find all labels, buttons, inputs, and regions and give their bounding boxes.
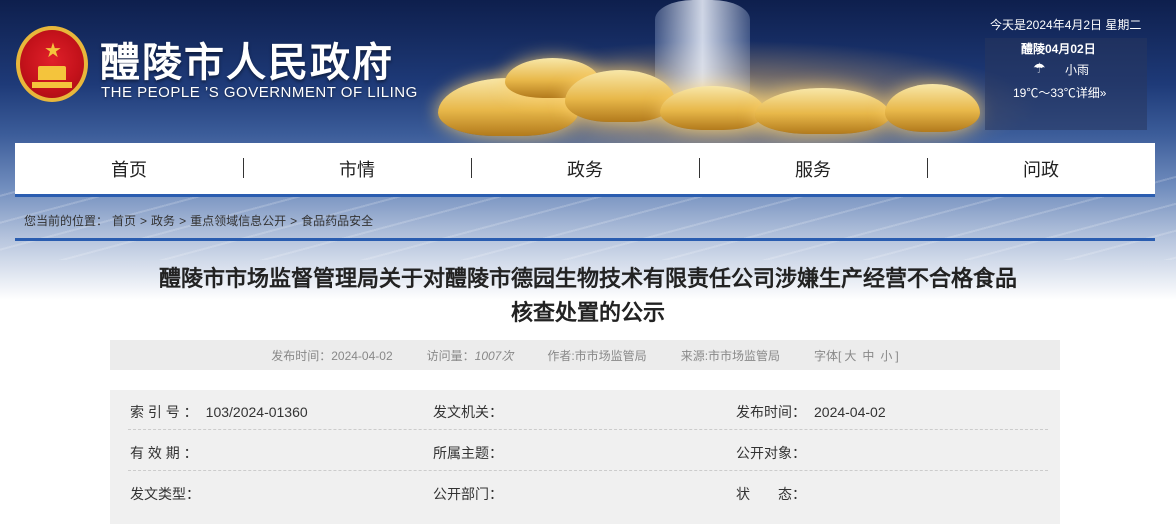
weather-date: 醴陵04月02日 xyxy=(1021,42,1096,56)
info-publish-time: 发布时间： 2024-04-02 xyxy=(736,404,886,420)
info-topic: 所属主题： xyxy=(433,445,503,461)
info-row: 发文类型： 公开部门： 状 态： xyxy=(128,472,1048,512)
today-date: 今天是2024年4月2日 星期二 xyxy=(990,18,1142,32)
info-issuing-authority: 发文机关： xyxy=(433,404,503,420)
breadcrumb-separator-icon: > xyxy=(290,214,298,228)
breadcrumb-link-key-info[interactable]: 重点领域信息公开 xyxy=(190,214,286,228)
meta-source: 来源:市市场监管局 xyxy=(680,348,781,363)
breadcrumb-link-home[interactable]: 首页 xyxy=(112,214,136,228)
info-validity-period: 有 效 期 ： xyxy=(130,445,198,461)
meta-author: 作者:市市场监管局 xyxy=(547,348,647,363)
weather-temp-details-link[interactable]: 19℃～33℃详细» xyxy=(1013,84,1106,101)
meta-publish-time: 发布时间：2024-04-02 xyxy=(271,348,393,363)
weather-condition: 小雨 xyxy=(1065,63,1090,77)
breadcrumb-prefix: 您当前的位置： xyxy=(24,214,109,228)
font-medium-button[interactable]: 中 xyxy=(862,349,874,363)
font-size-controls: 字体[大中小] xyxy=(814,348,899,363)
document-info-table: 索 引 号 ： 103/2024-01360 发文机关： 发布时间： 2024-04… xyxy=(110,390,1060,524)
banner-tower xyxy=(655,0,750,98)
meta-view-count: 访问量：1007次 xyxy=(426,348,514,363)
nav-item-city-info[interactable]: 市情 xyxy=(243,156,471,182)
breadcrumb-link-food-drug[interactable]: 食品药品安全 xyxy=(301,214,373,228)
main-nav: 首页 市情 政务 服务 问政 xyxy=(15,143,1155,197)
breadcrumb: 您当前的位置： 首页 > 政务 > 重点领域信息公开 > 食品药品安全 xyxy=(24,212,377,229)
breadcrumb-separator-icon: > xyxy=(140,214,148,228)
info-status: 状 态： xyxy=(736,486,806,502)
banner-stadium-4 xyxy=(660,86,765,130)
font-large-button[interactable]: 大 xyxy=(844,349,856,363)
info-audience: 公开对象： xyxy=(736,445,806,461)
breadcrumb-divider xyxy=(15,238,1155,241)
nav-item-inquiry[interactable]: 问政 xyxy=(927,156,1155,182)
info-document-type: 发文类型： xyxy=(130,486,200,502)
info-department: 公开部门： xyxy=(433,486,503,502)
article-title: 醴陵市市场监督管理局关于对醴陵市德园生物技术有限责任公司涉嫌生产经营不合格食品 … xyxy=(90,262,1086,330)
article-meta-bar: 发布时间：2024-04-02 访问量：1007次 作者:市市场监管局 来源:市… xyxy=(110,340,1060,370)
font-small-button[interactable]: 小 xyxy=(880,349,892,363)
site-subtitle: THE PEOPLE ’S GOVERNMENT OF LILING xyxy=(101,84,418,101)
weather-widget[interactable]: 醴陵04月02日 ☂ 小雨 19℃～33℃详细» xyxy=(985,38,1147,130)
breadcrumb-link-affairs[interactable]: 政务 xyxy=(151,214,175,228)
info-index-number: 索 引 号 ： 103/2024-01360 xyxy=(130,404,308,420)
banner-stadium-5 xyxy=(755,88,890,134)
info-row: 索 引 号 ： 103/2024-01360 发文机关： 发布时间： 2024-04… xyxy=(128,390,1048,430)
nav-item-services[interactable]: 服务 xyxy=(699,156,927,182)
nav-item-home[interactable]: 首页 xyxy=(15,156,243,182)
light-rain-icon: ☂ xyxy=(1033,60,1046,76)
site-title[interactable]: 醴陵市人民政府 xyxy=(100,30,394,88)
info-row: 有 效 期 ： 所属主题： 公开对象： xyxy=(128,431,1048,471)
breadcrumb-separator-icon: > xyxy=(179,214,187,228)
nav-item-government-affairs[interactable]: 政务 xyxy=(471,156,699,182)
article-title-line-1: 醴陵市市场监督管理局关于对醴陵市德园生物技术有限责任公司涉嫌生产经营不合格食品 xyxy=(158,266,1017,291)
article-title-line-2: 核查处置的公示 xyxy=(510,300,665,325)
national-emblem-icon: ★ xyxy=(16,26,88,102)
